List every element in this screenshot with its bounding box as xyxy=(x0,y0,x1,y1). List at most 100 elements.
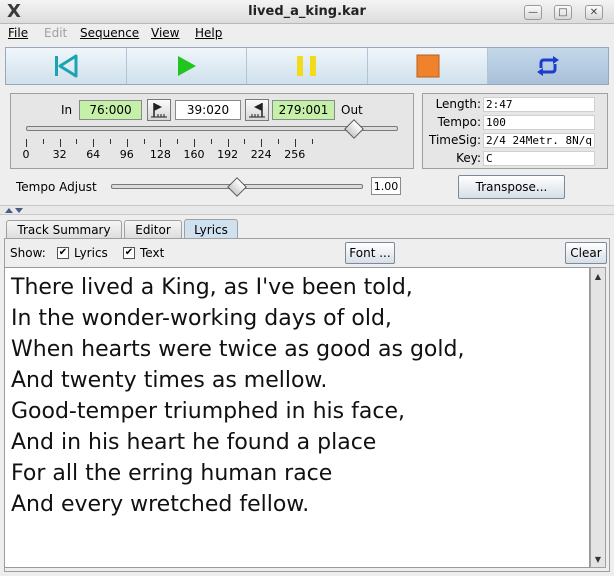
skip-to-start-icon xyxy=(54,54,78,78)
set-out-point-button[interactable] xyxy=(245,99,269,121)
position-slider-thumb[interactable] xyxy=(343,119,364,139)
ruler-tick xyxy=(93,139,95,147)
ruler-tick xyxy=(143,139,145,144)
ruler-tick xyxy=(110,139,111,144)
ruler-tick-label: 224 xyxy=(250,148,272,161)
title-bar: X lived_a_king.kar — □ ✕ xyxy=(0,0,614,24)
lyric-line: And in his heart he found a place xyxy=(11,430,377,455)
minimize-button[interactable]: — xyxy=(524,5,542,20)
minimize-icon: — xyxy=(528,6,538,18)
ruler-tick-label: 32 xyxy=(52,148,67,161)
key-label: Key: xyxy=(456,151,481,165)
play-icon xyxy=(178,56,197,76)
checkmark-icon: ✔ xyxy=(58,247,68,258)
lyrics-checkbox-label[interactable]: Lyrics xyxy=(74,246,108,260)
lyrics-text-area[interactable]: There lived a King, as I've been told, I… xyxy=(4,267,590,568)
transpose-button[interactable]: Transpose... xyxy=(458,175,565,199)
tab-lyrics[interactable]: Lyrics xyxy=(184,219,238,239)
set-out-marker-icon xyxy=(249,103,265,118)
lyric-line: There lived a King, as I've been told, xyxy=(11,275,413,300)
ruler-tick xyxy=(244,139,246,144)
menu-edit[interactable]: Edit xyxy=(44,26,67,40)
ruler-tick xyxy=(311,139,313,144)
timesig-label: TimeSig: xyxy=(429,133,481,147)
ruler-tick xyxy=(227,139,229,147)
scroll-down-icon[interactable]: ▼ xyxy=(592,552,604,566)
sequence-info-panel: Length: 2:47 Tempo: 100 TimeSig: 2/4 24Metr… xyxy=(422,93,608,169)
position-slider[interactable] xyxy=(26,126,398,131)
tempo-adjust-value[interactable]: 1.00 xyxy=(371,177,401,195)
tempo-value: 100 xyxy=(483,114,595,130)
ruler-tick-label: 0 xyxy=(22,148,30,161)
ruler-tick xyxy=(26,139,27,147)
ruler-tick-label: 64 xyxy=(86,148,101,161)
pause-button[interactable] xyxy=(247,48,368,84)
close-button[interactable]: ✕ xyxy=(585,5,603,20)
menu-help[interactable]: Help xyxy=(195,26,222,40)
transport-toolbar xyxy=(5,47,609,85)
in-label: In xyxy=(61,103,73,117)
tempo-label: Tempo: xyxy=(437,115,481,129)
current-position-field[interactable]: 39:020 xyxy=(175,100,241,120)
lyrics-checkbox[interactable]: ✔ xyxy=(57,247,69,259)
menu-bar: File Edit Sequence View Help xyxy=(0,24,614,44)
loop-button[interactable] xyxy=(488,48,608,84)
play-button[interactable] xyxy=(126,48,248,84)
scroll-up-icon[interactable]: ▲ xyxy=(592,269,604,283)
lyric-line: For all the erring human race xyxy=(11,461,333,486)
text-checkbox[interactable]: ✔ xyxy=(123,247,135,259)
lyric-line: And twenty times as mellow. xyxy=(11,368,328,393)
in-point-field[interactable]: 76:000 xyxy=(79,100,142,120)
loop-icon xyxy=(537,56,560,76)
tempo-adjust-label: Tempo Adjust xyxy=(16,180,97,194)
tab-editor[interactable]: Editor xyxy=(124,220,182,239)
tempo-adjust-slider-thumb[interactable] xyxy=(227,177,247,197)
lyric-line: When hearts were twice as good as gold, xyxy=(11,337,465,362)
key-value: C xyxy=(483,150,595,166)
menu-view[interactable]: View xyxy=(151,26,179,40)
maximize-icon: □ xyxy=(558,6,568,18)
font-button[interactable]: Font ... xyxy=(345,242,395,264)
lyric-line: And every wretched fellow. xyxy=(11,492,310,517)
ruler-tick-label: 96 xyxy=(119,148,134,161)
lyric-line: In the wonder-working days of old, xyxy=(11,306,392,331)
ruler-tick xyxy=(294,139,296,147)
ruler-tick xyxy=(76,139,78,144)
skip-to-start-button[interactable] xyxy=(6,48,127,84)
clear-button[interactable]: Clear xyxy=(565,242,607,264)
ruler-tick-label: 256 xyxy=(284,148,306,161)
timesig-value: 2/4 24Metr. 8N/q xyxy=(483,132,595,148)
set-in-marker-icon xyxy=(151,103,167,118)
ruler-tick xyxy=(177,139,179,144)
ruler-tick xyxy=(278,139,279,144)
ruler-tick-label: 192 xyxy=(217,148,239,161)
position-panel: In 76:000 39:020 279:001 Out 0 32 64 96 128 1… xyxy=(10,93,414,169)
text-checkbox-label[interactable]: Text xyxy=(140,246,164,260)
ruler-tick xyxy=(42,139,44,144)
stop-button[interactable] xyxy=(367,48,489,84)
ruler-tick-label: 160 xyxy=(183,148,205,161)
collapse-arrows-icon[interactable] xyxy=(4,207,24,214)
split-pane-divider[interactable] xyxy=(0,205,614,215)
lyrics-vertical-scrollbar[interactable]: ▲ ▼ xyxy=(590,267,606,568)
out-point-field[interactable]: 279:001 xyxy=(272,100,335,120)
length-value: 2:47 xyxy=(483,96,595,112)
menu-file[interactable]: File xyxy=(8,26,28,40)
lyric-line: Good-temper triumphed in his face, xyxy=(11,399,405,424)
window-title: lived_a_king.kar xyxy=(248,4,366,19)
stop-icon xyxy=(416,54,440,78)
set-in-point-button[interactable] xyxy=(147,99,171,121)
maximize-button[interactable]: □ xyxy=(554,5,572,20)
tab-track-summary[interactable]: Track Summary xyxy=(6,220,122,239)
ruler-tick xyxy=(194,139,195,147)
show-label: Show: xyxy=(10,246,46,260)
ruler-tick xyxy=(261,139,263,147)
ruler-tick-label: 128 xyxy=(149,148,171,161)
checkmark-icon: ✔ xyxy=(124,247,134,258)
menu-sequence[interactable]: Sequence xyxy=(80,26,139,40)
ruler-tick xyxy=(210,139,212,144)
ruler-tick xyxy=(160,139,162,147)
ruler-tick xyxy=(126,139,128,147)
close-icon: ✕ xyxy=(589,6,599,18)
ruler-tick xyxy=(59,139,61,147)
